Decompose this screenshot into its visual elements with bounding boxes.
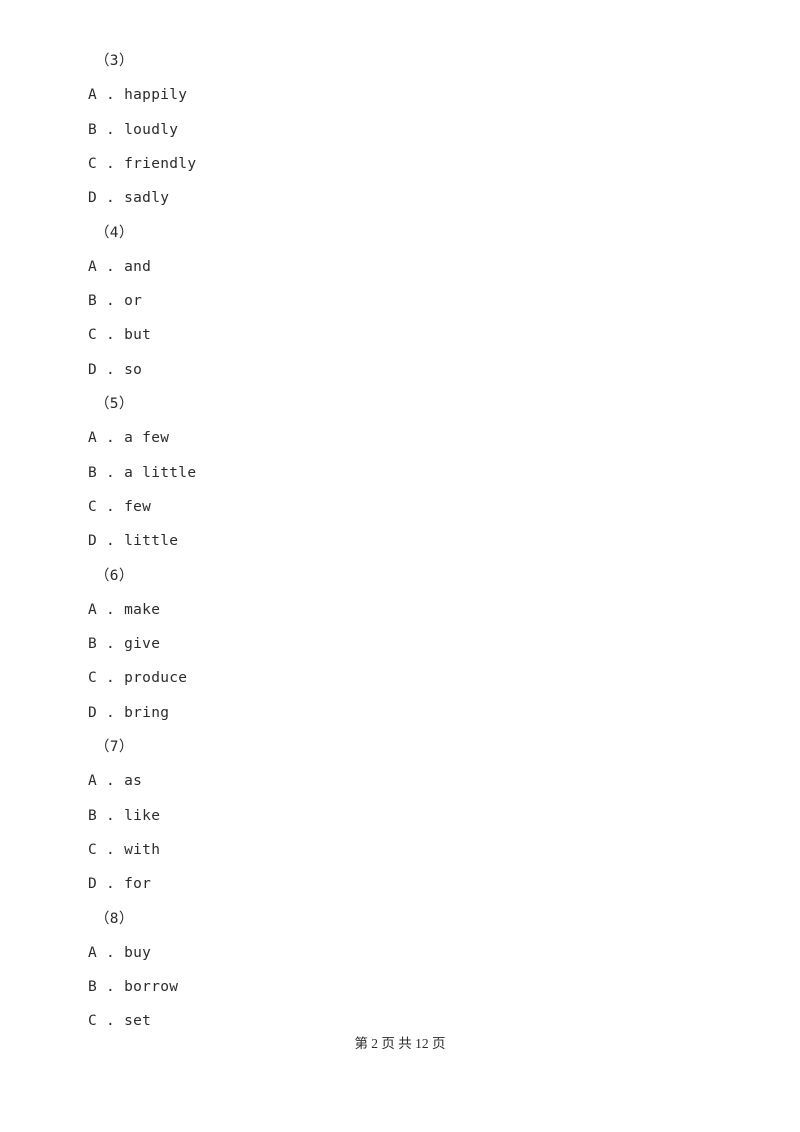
question-option: B . like: [88, 807, 161, 824]
question-number: （6）: [95, 567, 134, 584]
question-option: A . make: [88, 601, 161, 618]
question-number: （7）: [95, 739, 134, 755]
question-option: A . and: [88, 258, 152, 275]
question-option: A . as: [88, 773, 143, 790]
question-option: D . sadly: [88, 190, 170, 207]
question-option: C . produce: [88, 670, 188, 687]
question-option: D . for: [88, 876, 152, 893]
document-page: （3） A . happily B . loudly C . friendly D . …: [0, 0, 800, 1132]
question-option: C . friendly: [88, 155, 197, 172]
question-option: A . a few: [88, 430, 170, 447]
question-option: D . bring: [88, 704, 170, 721]
question-option: B . a little: [88, 464, 197, 481]
page-footer: 第 2 页 共 12 页: [354, 1036, 446, 1051]
question-number: （4）: [95, 224, 134, 241]
question-option: C . few: [88, 498, 152, 515]
question-option: B . give: [88, 636, 161, 653]
question-option: A . buy: [88, 944, 152, 961]
question-option: B . loudly: [88, 121, 179, 138]
question-number: （3）: [95, 53, 134, 69]
question-option: A . happily: [88, 87, 188, 104]
question-option: C . set: [88, 1013, 152, 1030]
question-option: C . with: [88, 841, 161, 858]
question-option: D . so: [88, 361, 143, 378]
question-number: （8）: [95, 910, 134, 927]
question-option: B . or: [88, 293, 143, 310]
question-option: B . borrow: [88, 979, 179, 996]
question-option: D . little: [88, 533, 179, 550]
question-option: C . but: [88, 327, 152, 344]
question-number: （5）: [95, 396, 134, 412]
